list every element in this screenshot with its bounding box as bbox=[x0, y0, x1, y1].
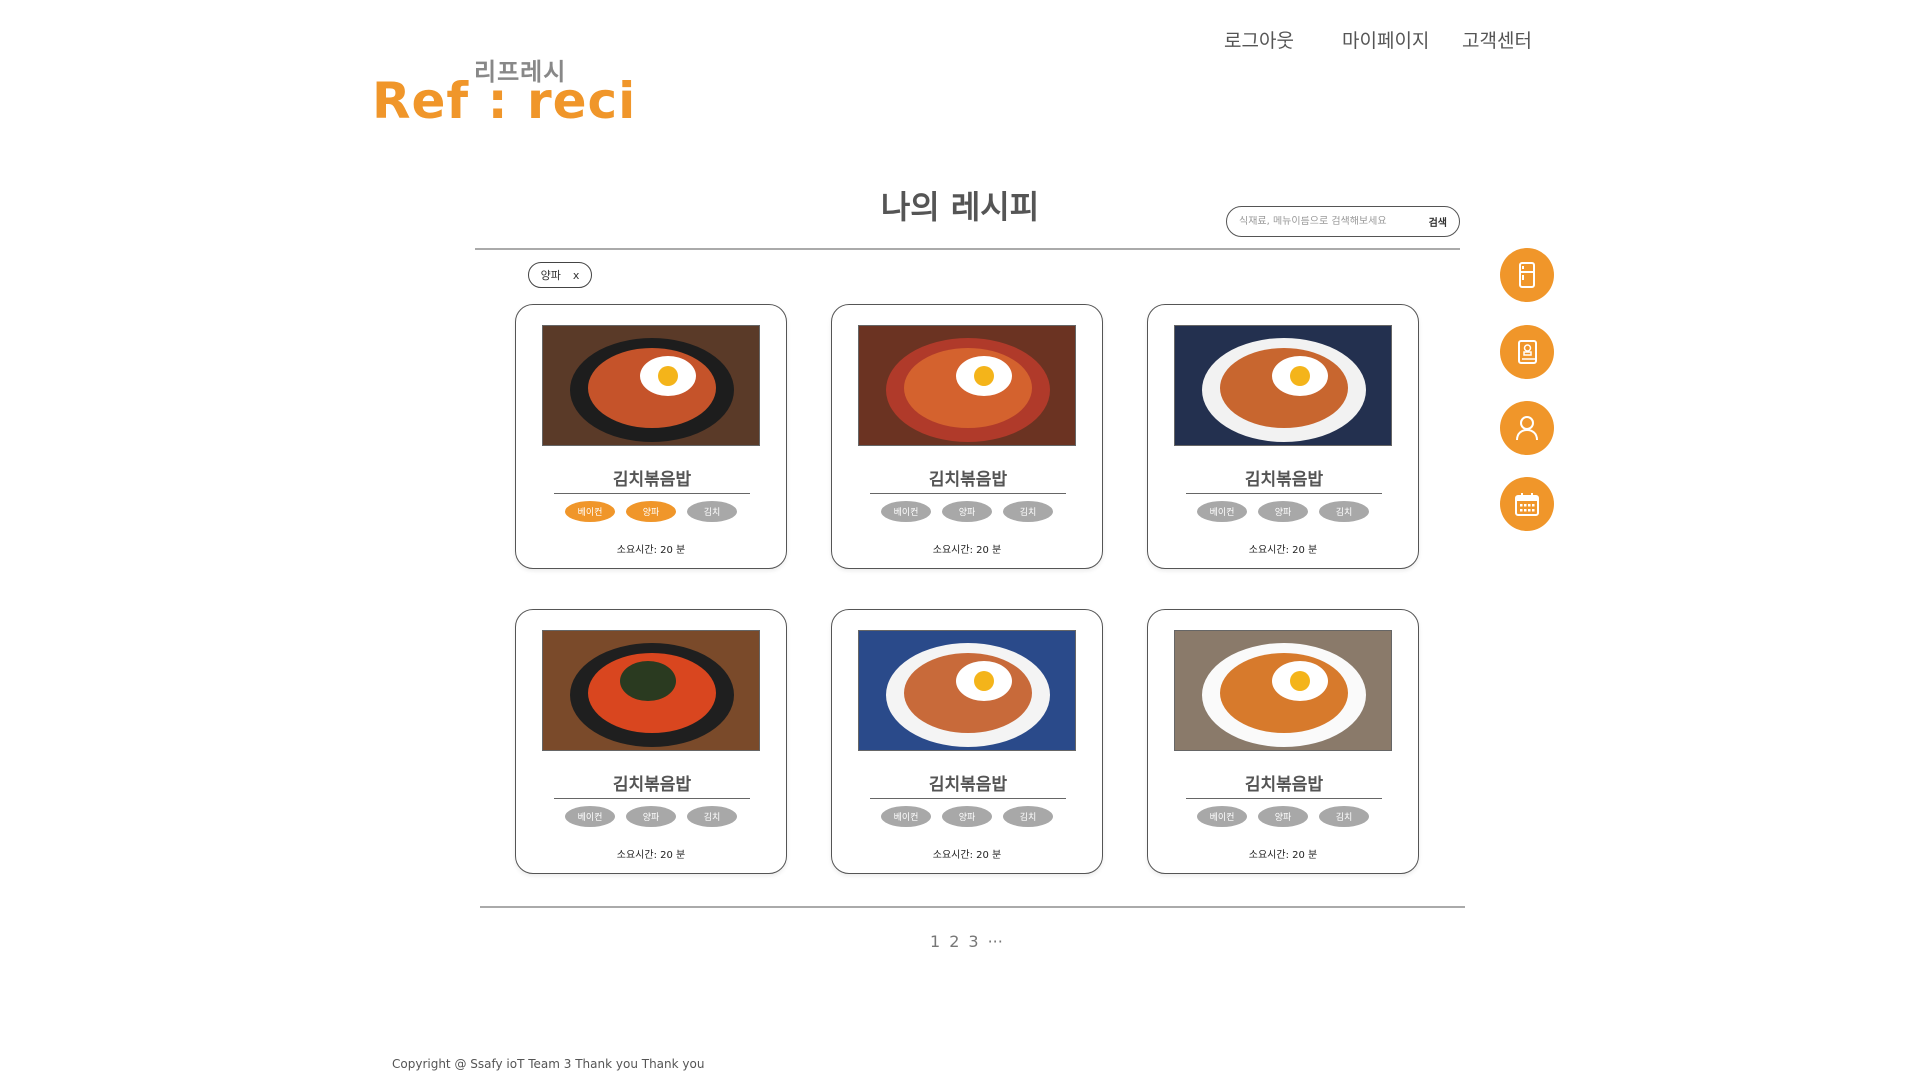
food-illustration bbox=[570, 643, 734, 747]
filter-chip: 양파 x bbox=[528, 262, 592, 288]
ingredient-tag[interactable]: 베이컨 bbox=[1197, 501, 1247, 522]
recipe-image bbox=[1174, 325, 1392, 446]
recipe-title: 김치볶음밥 bbox=[554, 770, 750, 799]
ingredient-tag[interactable]: 김치 bbox=[1003, 501, 1053, 522]
ingredient-tag[interactable]: 베이컨 bbox=[565, 501, 615, 522]
recipe-title: 김치볶음밥 bbox=[554, 465, 750, 494]
search-input[interactable] bbox=[1239, 216, 1404, 227]
recipe-image bbox=[542, 630, 760, 751]
recipe-image bbox=[858, 325, 1076, 446]
recipe-card[interactable]: 김치볶음밥 베이컨 양파 김치 소요시간: 20 분 bbox=[831, 304, 1103, 569]
recipe-card[interactable]: 김치볶음밥 베이컨 양파 김치 소요시간: 20 분 bbox=[515, 304, 787, 569]
cooking-time: 소요시간: 20 분 bbox=[932, 545, 1002, 556]
ingredient-tag[interactable]: 김치 bbox=[687, 806, 737, 827]
recipe-card[interactable]: 김치볶음밥 베이컨 양파 김치 소요시간: 20 분 bbox=[515, 609, 787, 874]
ingredient-tag[interactable]: 양파 bbox=[942, 501, 992, 522]
ingredient-tag[interactable]: 베이컨 bbox=[1197, 806, 1247, 827]
recipe-card[interactable]: 김치볶음밥 베이컨 양파 김치 소요시간: 20 분 bbox=[831, 609, 1103, 874]
filter-chip-label: 양파 bbox=[540, 269, 561, 282]
ingredient-tag[interactable]: 김치 bbox=[1319, 806, 1369, 827]
search-box: 검색 bbox=[1226, 206, 1460, 237]
ingredient-tag[interactable]: 베이컨 bbox=[565, 806, 615, 827]
recipe-image bbox=[858, 630, 1076, 751]
nav-logout-link[interactable]: 로그아웃 bbox=[1224, 30, 1294, 52]
ingredient-tag[interactable]: 양파 bbox=[1258, 501, 1308, 522]
search-button[interactable]: 검색 bbox=[1429, 214, 1447, 229]
calendar-button[interactable] bbox=[1500, 477, 1554, 531]
food-illustration bbox=[1202, 643, 1366, 747]
refrigerator-button[interactable] bbox=[1500, 248, 1554, 302]
recipe-card[interactable]: 김치볶음밥 베이컨 양파 김치 소요시간: 20 분 bbox=[1147, 304, 1419, 569]
ingredient-tag[interactable]: 김치 bbox=[1003, 806, 1053, 827]
user-icon bbox=[1516, 416, 1538, 441]
food-illustration bbox=[1202, 338, 1366, 442]
ingredient-tags: 베이컨 양파 김치 bbox=[1148, 501, 1418, 522]
more-pages-link[interactable]: ··· bbox=[988, 932, 1003, 951]
recipe-title: 김치볶음밥 bbox=[1186, 465, 1382, 494]
page-1-link[interactable]: 1 bbox=[930, 932, 940, 951]
ingredient-tag[interactable]: 양파 bbox=[626, 806, 676, 827]
page-2-link[interactable]: 2 bbox=[949, 932, 959, 951]
ingredient-tag[interactable]: 베이컨 bbox=[881, 806, 931, 827]
ingredient-tags: 베이컨 양파 김치 bbox=[832, 806, 1102, 827]
recipe-title: 김치볶음밥 bbox=[1186, 770, 1382, 799]
ingredient-tag[interactable]: 김치 bbox=[1319, 501, 1369, 522]
ingredient-tags: 베이컨 양파 김치 bbox=[516, 501, 786, 522]
refrigerator-icon bbox=[1519, 262, 1535, 288]
cooking-time: 소요시간: 20 분 bbox=[1248, 545, 1318, 556]
recipe-image bbox=[542, 325, 760, 446]
ingredient-tags: 베이컨 양파 김치 bbox=[832, 501, 1102, 522]
nav-support-link[interactable]: 고객센터 bbox=[1462, 30, 1532, 52]
nav-mypage-link[interactable]: 마이페이지 bbox=[1342, 30, 1429, 52]
ingredient-tag[interactable]: 김치 bbox=[687, 501, 737, 522]
pagination: 1 2 3 ··· bbox=[930, 932, 1003, 951]
ingredient-tag[interactable]: 양파 bbox=[1258, 806, 1308, 827]
recipe-title: 김치볶음밥 bbox=[870, 770, 1066, 799]
page-3-link[interactable]: 3 bbox=[968, 932, 978, 951]
food-illustration bbox=[886, 643, 1050, 747]
title-divider bbox=[475, 248, 1460, 250]
food-illustration bbox=[570, 338, 734, 442]
mypage-button[interactable] bbox=[1500, 401, 1554, 455]
filter-chip-remove-button[interactable]: x bbox=[573, 269, 580, 282]
page-title: 나의 레시피 bbox=[880, 188, 1040, 226]
cooking-time: 소요시간: 20 분 bbox=[1248, 850, 1318, 861]
footer-copyright: Copyright @ Ssafy ioT Team 3 Thank you T… bbox=[392, 1057, 705, 1071]
recipe-title: 김치볶음밥 bbox=[870, 465, 1066, 494]
recipe-book-button[interactable] bbox=[1500, 325, 1554, 379]
ingredient-tag[interactable]: 베이컨 bbox=[881, 501, 931, 522]
cooking-time: 소요시간: 20 분 bbox=[616, 545, 686, 556]
calendar-icon bbox=[1515, 493, 1539, 516]
ingredient-tag[interactable]: 양파 bbox=[626, 501, 676, 522]
ingredient-tags: 베이컨 양파 김치 bbox=[516, 806, 786, 827]
food-illustration bbox=[886, 338, 1050, 442]
recipe-book-icon bbox=[1518, 340, 1537, 364]
recipe-image bbox=[1174, 630, 1392, 751]
cooking-time: 소요시간: 20 분 bbox=[932, 850, 1002, 861]
ingredient-tags: 베이컨 양파 김치 bbox=[1148, 806, 1418, 827]
logo[interactable]: 리프레시 Ref : reci bbox=[372, 52, 635, 130]
ingredient-tag[interactable]: 양파 bbox=[942, 806, 992, 827]
content-divider bbox=[480, 906, 1465, 908]
recipe-card[interactable]: 김치볶음밥 베이컨 양파 김치 소요시간: 20 분 bbox=[1147, 609, 1419, 874]
cooking-time: 소요시간: 20 분 bbox=[616, 850, 686, 861]
logo-wordmark: Ref : reci bbox=[372, 72, 637, 130]
